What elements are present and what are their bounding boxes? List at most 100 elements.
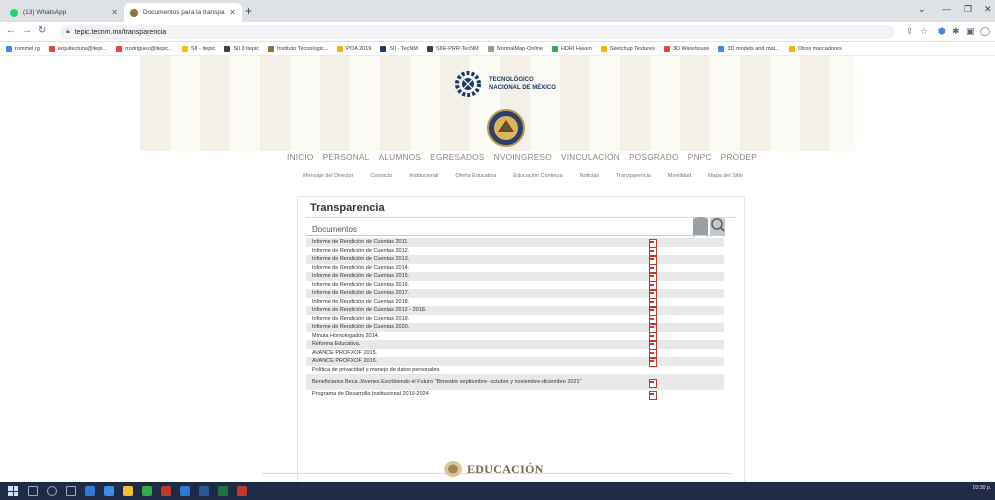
pdf-icon[interactable] (649, 357, 657, 367)
powerpoint-icon[interactable] (180, 486, 190, 496)
pdf-icon[interactable] (649, 264, 657, 274)
store-icon[interactable] (85, 486, 95, 496)
bookmark-item[interactable]: Instituto Tecnologic... (268, 45, 328, 52)
document-row[interactable]: Beneficiarios Beca Jóvenes Escribiendo e… (306, 374, 724, 390)
windows-start-icon[interactable] (8, 486, 18, 496)
new-tab-icon[interactable]: + (245, 4, 252, 18)
nav-item-egresados[interactable]: EGRESADOS (430, 152, 484, 162)
document-link[interactable]: Política de privacidad y manejo de datos… (312, 367, 718, 373)
tab-search-icon[interactable]: ⌄ (918, 4, 926, 15)
document-row[interactable]: Informe de Rendición de Cuentas 2016. (306, 281, 724, 291)
search-icon[interactable] (28, 486, 38, 496)
document-link[interactable]: Minuta Homologados 2014. (312, 333, 649, 339)
document-link[interactable]: Informe de Rendición de Cuentas 2017. (312, 290, 649, 296)
document-row[interactable]: Informe de Rendición de Cuentas 2019. (306, 315, 724, 325)
nav-item-nvoingreso[interactable]: NVOINGRESO (494, 152, 552, 162)
bookmark-item[interactable]: NormalMap-Online (487, 45, 543, 52)
bookmark-item[interactable]: SII - TecNM (380, 45, 418, 52)
document-row[interactable]: Informe de Rendición de Cuentas 2013. (306, 255, 724, 265)
nav-item-pnpc[interactable]: PNPC (688, 152, 712, 162)
chrome-icon[interactable] (142, 486, 152, 496)
bookmark-item[interactable]: Otros marcadores (788, 45, 842, 52)
document-row[interactable]: Programa de Desarrollo Institucional 201… (306, 390, 724, 400)
document-row[interactable]: Informe de Rendición de Cuentas 2011. (306, 238, 724, 248)
nav-item-posgrado[interactable]: POSGRADO (629, 152, 679, 162)
nav-item-alumnos[interactable]: ALUMNOS (379, 152, 421, 162)
nav-item-prodep[interactable]: PRODEP (721, 152, 757, 162)
document-link[interactable]: Informe de Rendición de Cuentas 2014. (312, 265, 649, 271)
close-icon[interactable]: ✕ (229, 8, 236, 17)
nav-item-personal[interactable]: PERSONAL (323, 152, 370, 162)
pdf-icon[interactable] (649, 281, 657, 291)
document-row[interactable]: Minuta Homologados 2014. (306, 332, 724, 342)
document-row[interactable]: Informe de Rendición de Cuentas 2017. (306, 289, 724, 299)
nav-item-inicio[interactable]: INICIO (287, 152, 314, 162)
system-clock[interactable]: 03:30 p. (973, 485, 991, 491)
bookmark-item[interactable]: 3D Warehouse (663, 45, 709, 52)
forward-icon[interactable]: → (22, 25, 32, 36)
mail-icon[interactable] (104, 486, 114, 496)
minimize-icon[interactable]: — (942, 4, 951, 14)
document-row[interactable]: Reforma Educativa. (306, 340, 724, 350)
subnav-link[interactable]: Noticias (579, 173, 599, 179)
document-link[interactable]: Informe de Rendición de Cuentas 2013. (312, 256, 649, 262)
document-link[interactable]: Programa de Desarrollo Institucional 201… (312, 391, 649, 397)
sidepanel-icon[interactable]: ▣ (966, 26, 975, 37)
document-row[interactable]: AVANCE PROFXOF 2016. (306, 357, 724, 367)
nav-item-vinculación[interactable]: VINCULACIÓN (561, 152, 620, 162)
shield-extension-icon[interactable]: ⬢ (938, 26, 946, 37)
bookmark-item[interactable]: POA 2019 (337, 45, 371, 52)
pdf-icon[interactable] (649, 349, 657, 359)
document-link[interactable]: Informe de Rendición de Cuentas 2020. (312, 324, 649, 330)
pdf-icon[interactable] (649, 247, 657, 257)
document-link[interactable]: Informe de Rendición de Cuentas 2018. (312, 299, 649, 305)
bookmark-item[interactable]: SIIE-PRR-TecNM (426, 45, 479, 52)
bookmark-item[interactable]: SII - itepic (181, 45, 215, 52)
acrobat-icon[interactable] (237, 486, 247, 496)
pdf-icon[interactable] (649, 298, 657, 308)
url-input[interactable]: 🔒︎ tepic.tecnm.mx/transparencia (60, 25, 895, 39)
pdf-icon[interactable] (649, 255, 657, 265)
tab-transparencia[interactable]: Documentos para la transparen ✕ (124, 3, 242, 22)
tecnm-logo[interactable]: TECNOLÓGICO NACIONAL DE MÉXICO (453, 64, 563, 104)
document-link[interactable]: AVANCE PROFXOF 2016. (312, 358, 649, 364)
document-link[interactable]: Informe de Rendición de Cuentas 2019. (312, 316, 649, 322)
subnav-link[interactable]: Oferta Educativa (455, 173, 496, 179)
subnav-link[interactable]: Movilidad (668, 173, 691, 179)
explorer-icon[interactable] (123, 486, 133, 496)
bookmark-item[interactable]: arquitectura@itepi... (48, 45, 107, 52)
pdf-icon[interactable] (649, 238, 657, 248)
document-row[interactable]: AVANCE PROFXOF 2015. (306, 349, 724, 359)
restore-icon[interactable]: ❐ (964, 4, 972, 15)
subnav-link[interactable]: Mapa del Sitio (708, 173, 743, 179)
subnav-link[interactable]: Contacto (370, 173, 392, 179)
document-link[interactable]: Informe de Rendición de Cuentas 2016. (312, 282, 649, 288)
pdf-icon[interactable] (649, 323, 657, 333)
cortana-icon[interactable] (47, 486, 57, 496)
close-window-icon[interactable]: ✕ (984, 4, 992, 15)
document-link[interactable]: AVANCE PROFXOF 2015. (312, 350, 649, 356)
document-row[interactable]: Informe de Rendición de Cuentas 2020. (306, 323, 724, 333)
close-icon[interactable]: ✕ (111, 8, 118, 17)
bookmark-item[interactable]: rommel.rg (6, 45, 40, 52)
document-row[interactable]: Informe de Rendición de Cuentas 2015. (306, 272, 724, 282)
document-row[interactable]: Informe de Rendición de Cuentas 2014. (306, 264, 724, 274)
extensions-icon[interactable]: ✱ (952, 26, 960, 37)
subnav-link[interactable]: Mensaje del Director (303, 173, 353, 179)
document-link[interactable]: Beneficiarios Beca Jóvenes Escribiendo e… (312, 379, 649, 386)
pdf-icon[interactable] (649, 289, 657, 299)
pdf-icon[interactable] (649, 315, 657, 325)
pdf-icon[interactable] (649, 340, 657, 350)
document-row[interactable]: Informe de Rendición de Cuentas 2018. (306, 298, 724, 308)
bookmark-item[interactable]: Sketchup Textures (600, 45, 655, 52)
bookmark-item[interactable]: HDRI Haven (551, 45, 592, 52)
bookmark-item[interactable]: SII 3 itepic (224, 45, 259, 52)
reload-icon[interactable]: ↻ (38, 25, 46, 36)
tab-whatsapp[interactable]: (13) WhatsApp ✕ (4, 3, 124, 22)
pdf-icon[interactable] (649, 390, 657, 400)
document-link[interactable]: Informe de Rendición de Cuentas 2012 - 2… (312, 307, 649, 313)
bookmark-item[interactable]: rrodriguez@itepic... (116, 45, 173, 52)
subnav-link[interactable]: Educación Continua (513, 173, 562, 179)
bookmark-item[interactable]: 3D models and mat... (718, 45, 780, 52)
document-link[interactable]: Informe de Rendición de Cuentas 2012. (312, 248, 649, 254)
